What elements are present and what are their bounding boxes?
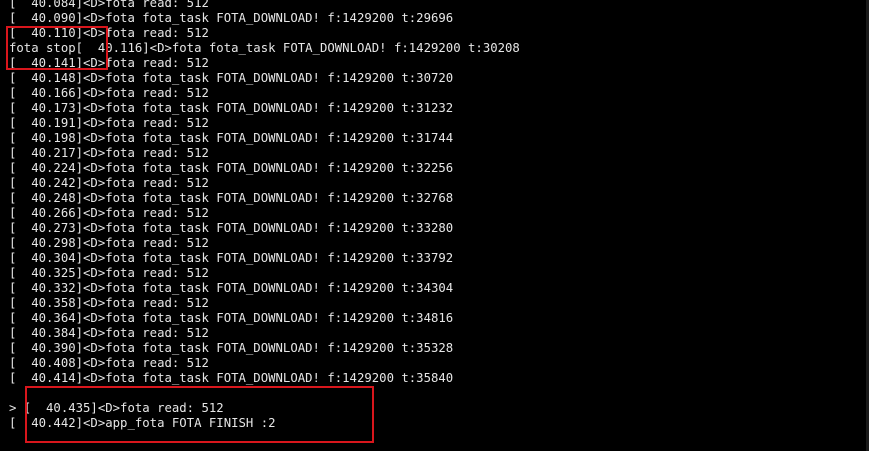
log-line: [ 40.273]<D>fota fota_task FOTA_DOWNLOAD… [9,221,454,235]
log-line: [ 40.217]<D>fota read: 512 [9,146,209,160]
log-line: [ 40.390]<D>fota fota_task FOTA_DOWNLOAD… [9,341,454,355]
log-line: [ 40.298]<D>fota read: 512 [9,236,209,250]
log-line: fota stop[ 40.116]<D>fota fota_task FOTA… [9,41,520,55]
log-line: [ 40.148]<D>fota fota_task FOTA_DOWNLOAD… [9,71,454,85]
log-line: [ 40.110]<D>fota read: 512 [9,26,209,40]
log-line: [ 40.384]<D>fota read: 512 [9,326,209,340]
log-line: [ 40.364]<D>fota fota_task FOTA_DOWNLOAD… [9,311,454,325]
log-line: [ 40.090]<D>fota fota_task FOTA_DOWNLOAD… [9,11,454,25]
log-line: [ 40.242]<D>fota read: 512 [9,176,209,190]
log-line: [ 40.304]<D>fota fota_task FOTA_DOWNLOAD… [9,251,454,265]
log-line: [ 40.198]<D>fota fota_task FOTA_DOWNLOAD… [9,131,454,145]
log-line-prompt: > [ 40.435]<D>fota read: 512 [9,401,224,415]
log-line: [ 40.408]<D>fota read: 512 [9,356,209,370]
log-line: [ 40.414]<D>fota fota_task FOTA_DOWNLOAD… [9,371,454,385]
log-line: [ 40.266]<D>fota read: 512 [9,206,209,220]
terminal-window[interactable]: [ 40.084]<D>fota read: 512 [ 40.090]<D>f… [0,0,869,451]
log-line: [ 40.141]<D>fota read: 512 [9,56,209,70]
log-line: [ 40.084]<D>fota read: 512 [9,0,209,10]
log-line-finish: [ 40.442]<D>app_fota FOTA FINISH :2 [9,416,276,430]
log-line: [ 40.248]<D>fota fota_task FOTA_DOWNLOAD… [9,191,454,205]
log-line: [ 40.325]<D>fota read: 512 [9,266,209,280]
log-line: [ 40.191]<D>fota read: 512 [9,116,209,130]
log-line: [ 40.224]<D>fota fota_task FOTA_DOWNLOAD… [9,161,454,175]
log-line: [ 40.166]<D>fota read: 512 [9,86,209,100]
log-line: [ 40.358]<D>fota read: 512 [9,296,209,310]
log-line: [ 40.173]<D>fota fota_task FOTA_DOWNLOAD… [9,101,454,115]
log-line: [ 40.332]<D>fota fota_task FOTA_DOWNLOAD… [9,281,454,295]
